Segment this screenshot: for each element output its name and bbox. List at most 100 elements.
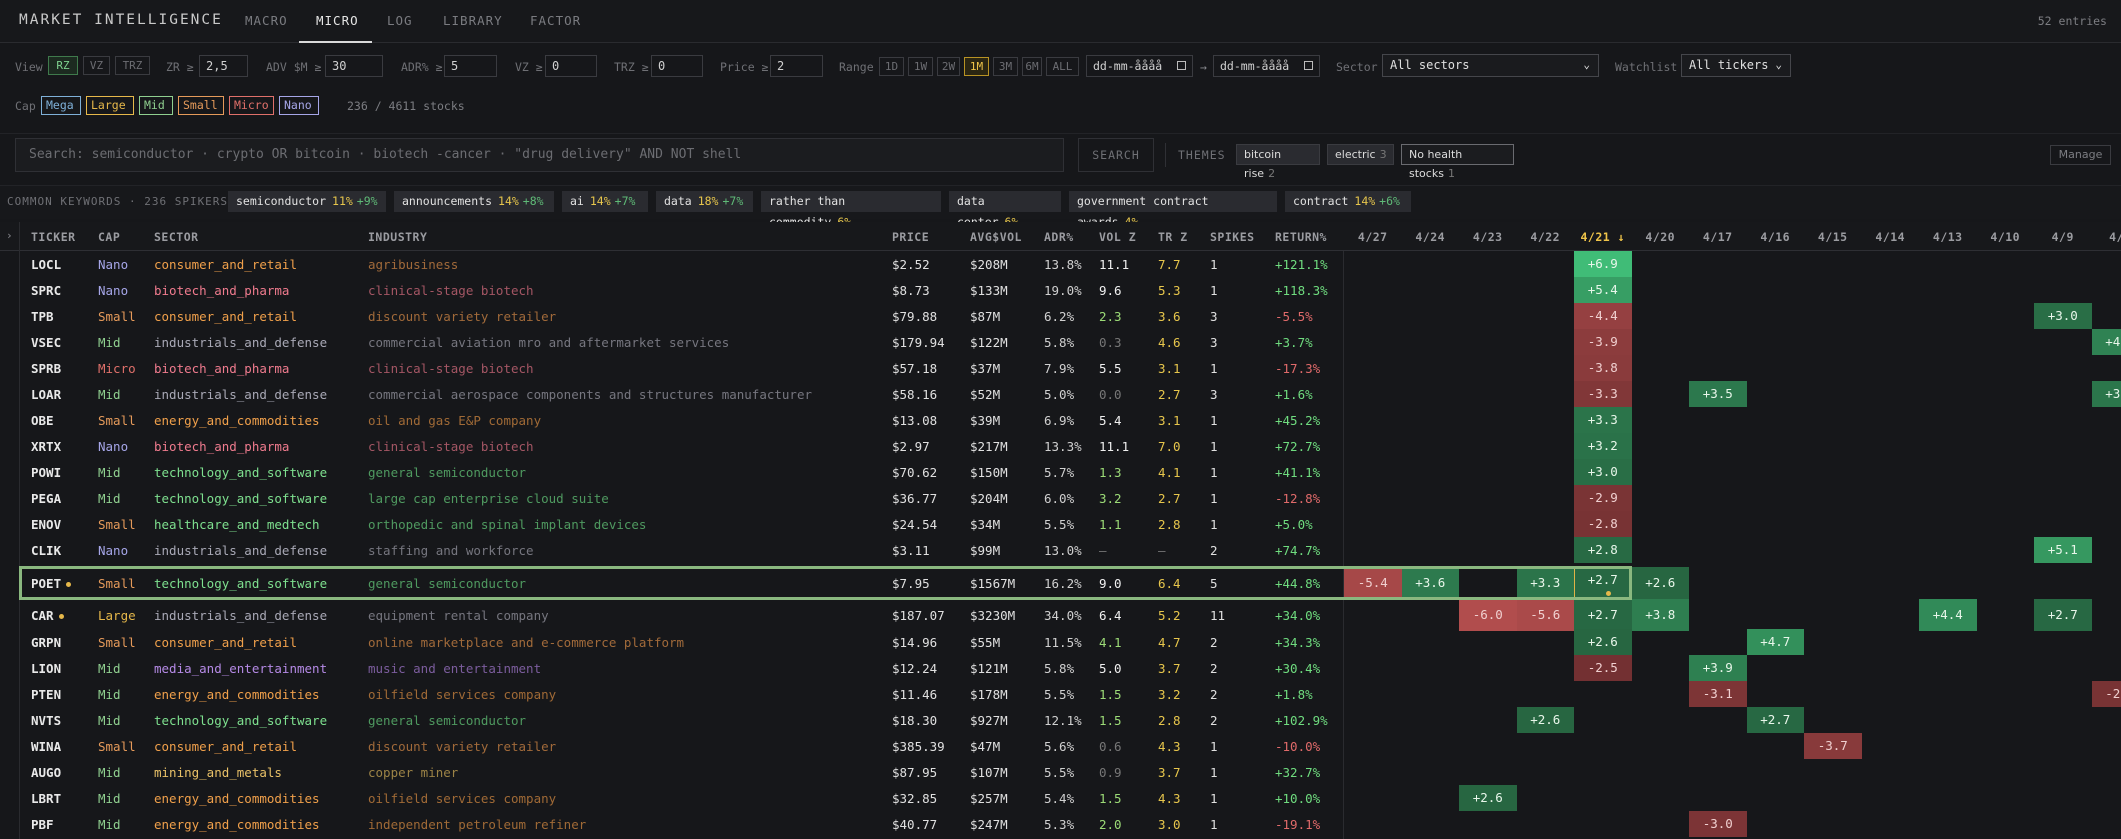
cap-filter-micro[interactable]: Micro <box>229 96 274 115</box>
view-option-rz[interactable]: RZ <box>48 56 78 75</box>
cap-filter-nano[interactable]: Nano <box>279 96 319 115</box>
table-row[interactable]: PTEN Mid energy_and_commodities oilfield se… <box>20 681 2121 707</box>
ticker-cell[interactable]: LBRT <box>31 791 61 806</box>
table-row[interactable]: TPB Small consumer_and_retail discount vari… <box>20 303 2121 329</box>
spike-cell[interactable]: -3.8 <box>1574 355 1632 381</box>
trz-input[interactable]: 0 <box>651 55 703 77</box>
tab-library[interactable]: LIBRARY <box>443 13 503 28</box>
col-header-return-[interactable]: RETURN% <box>1275 230 1327 244</box>
col-header-sector[interactable]: SECTOR <box>154 230 199 244</box>
table-row[interactable]: ENOV Small healthcare_and_medtech orthopedi… <box>20 511 2121 537</box>
ticker-cell[interactable]: ENOV <box>31 517 61 532</box>
date-header[interactable]: 4/16 <box>1747 230 1805 244</box>
spike-cell[interactable]: -5.6 <box>1516 599 1574 631</box>
date-header[interactable]: 4/24 <box>1402 230 1460 244</box>
tab-factor[interactable]: FACTOR <box>530 13 581 28</box>
ticker-cell[interactable]: PEGA <box>31 491 61 506</box>
spike-cell[interactable]: +2.6 <box>1459 785 1517 811</box>
col-header-tr-z[interactable]: TR Z <box>1158 230 1188 244</box>
table-row[interactable]: LBRT Mid energy_and_commodities oilfield se… <box>20 785 2121 811</box>
spike-cell[interactable]: -2.9 <box>1574 485 1632 511</box>
date-header[interactable]: 4/10 <box>1977 230 2035 244</box>
keyword-chip[interactable]: ai 14% +7% <box>562 191 648 212</box>
date-header[interactable]: 4/23 <box>1459 230 1517 244</box>
cap-filter-large[interactable]: Large <box>86 96 134 115</box>
ticker-cell[interactable]: PTEN <box>31 687 61 702</box>
ticker-cell[interactable]: PBF <box>31 817 54 832</box>
table-row[interactable]: LOAR Mid industrials_and_defense commercial… <box>20 381 2121 407</box>
spike-cell[interactable]: +4.0 <box>2091 329 2121 355</box>
sector-select[interactable]: All sectors ⌄ <box>1382 54 1599 77</box>
ticker-cell[interactable]: OBE <box>31 413 54 428</box>
view-option-vz[interactable]: VZ <box>83 56 110 75</box>
col-header-vol-z[interactable]: VOL Z <box>1099 230 1136 244</box>
spike-cell[interactable]: -2.8 <box>1574 511 1632 537</box>
col-header-spikes[interactable]: SPIKES <box>1210 230 1255 244</box>
spike-cell[interactable]: +3.0 <box>1574 459 1632 485</box>
range-option-3m[interactable]: 3M <box>993 57 1018 76</box>
ticker-cell[interactable]: LOAR <box>31 387 61 402</box>
spike-cell[interactable]: -3.0 <box>1689 811 1747 837</box>
theme-chip[interactable]: No health stocks 1 <box>1401 144 1514 180</box>
date-header[interactable]: 4/22 <box>1517 230 1575 244</box>
spike-cell[interactable]: +2.6 <box>1631 567 1689 599</box>
spike-cell[interactable]: -3.1 <box>1689 681 1747 707</box>
col-header-adr-[interactable]: ADR% <box>1044 230 1074 244</box>
tab-macro[interactable]: MACRO <box>245 13 288 28</box>
date-header[interactable]: 4/9 <box>2034 230 2092 244</box>
spike-cell[interactable]: +6.9 <box>1574 251 1632 277</box>
table-row[interactable]: SPRC Nano biotech_and_pharma clinical-stage… <box>20 277 2121 303</box>
spike-cell[interactable]: +3.4 <box>2091 381 2121 407</box>
ticker-cell[interactable]: POWI <box>31 465 61 480</box>
table-row[interactable]: CAR Large industrials_and_defense equipment… <box>20 599 2121 631</box>
spike-cell[interactable]: +2.6 <box>1574 629 1632 655</box>
spike-cell[interactable]: +3.5 <box>1689 381 1747 407</box>
expand-icon[interactable]: › <box>6 229 13 242</box>
keyword-chip[interactable]: semiconductor 11% +9% <box>228 191 386 212</box>
price-input[interactable]: 2 <box>770 55 823 77</box>
zr-input[interactable]: 2,5 <box>199 55 248 77</box>
range-option-1w[interactable]: 1W <box>908 57 933 76</box>
spike-cell[interactable]: +3.2 <box>1574 433 1632 459</box>
vz-input[interactable]: 0 <box>545 55 597 77</box>
tab-log[interactable]: LOG <box>387 13 413 28</box>
col-header-industry[interactable]: INDUSTRY <box>368 230 427 244</box>
search-button[interactable]: SEARCH <box>1078 138 1154 172</box>
date-header[interactable]: 4/21 ↓ <box>1574 230 1632 244</box>
keyword-chip[interactable]: rather than commodity6% <box>761 191 941 229</box>
keyword-chip[interactable]: data 18% +7% <box>656 191 753 212</box>
date-header[interactable]: 4/13 <box>1919 230 1977 244</box>
range-option-1d[interactable]: 1D <box>879 57 904 76</box>
range-option-6m[interactable]: 6M <box>1022 57 1042 76</box>
adv-input[interactable]: 30 <box>325 55 383 77</box>
spike-cell[interactable]: +2.7 <box>1574 599 1632 631</box>
spike-cell[interactable]: +2.7 <box>1746 707 1804 733</box>
date-header[interactable]: 4/8 <box>2092 230 2121 244</box>
spike-cell[interactable]: +4.7 <box>1746 629 1804 655</box>
table-row[interactable]: AUGO Mid mining_and_metals copper miner $87.… <box>20 759 2121 785</box>
table-row[interactable]: CLIK Nano industrials_and_defense staffing … <box>20 537 2121 563</box>
date-header[interactable]: 4/14 <box>1862 230 1920 244</box>
col-header-cap[interactable]: CAP <box>98 230 120 244</box>
table-row[interactable]: LOCL Nano consumer_and_retail agribusiness $… <box>20 251 2121 277</box>
date-header[interactable]: 4/15 <box>1804 230 1862 244</box>
col-header-avg-vol[interactable]: AVG$VOL <box>970 230 1022 244</box>
spike-cell[interactable]: +3.9 <box>1689 655 1747 681</box>
spike-cell[interactable]: +2.7 <box>2034 599 2092 631</box>
range-option-2w[interactable]: 2W <box>937 57 960 76</box>
theme-chip[interactable]: electric 3 <box>1327 144 1394 165</box>
spike-cell[interactable]: -6.0 <box>1459 599 1517 631</box>
view-option-trz[interactable]: TRZ <box>115 56 150 75</box>
keyword-chip[interactable]: contract 14% +6% <box>1285 191 1411 212</box>
ticker-cell[interactable]: TPB <box>31 309 54 324</box>
ticker-cell[interactable]: CLIK <box>31 543 61 558</box>
date-header[interactable]: 4/17 <box>1689 230 1747 244</box>
date-header[interactable]: 4/27 <box>1344 230 1402 244</box>
table-row[interactable]: PEGA Mid technology_and_software large cap … <box>20 485 2121 511</box>
table-row[interactable]: POWI Mid technology_and_software general se… <box>20 459 2121 485</box>
ticker-cell[interactable]: LOCL <box>31 257 61 272</box>
adr-input[interactable]: 5 <box>444 55 497 77</box>
spike-cell[interactable]: +3.3 <box>1574 407 1632 433</box>
table-row[interactable]: NVTS Mid technology_and_software general se… <box>20 707 2121 733</box>
watchlist-select[interactable]: All tickers ⌄ <box>1681 54 1791 77</box>
